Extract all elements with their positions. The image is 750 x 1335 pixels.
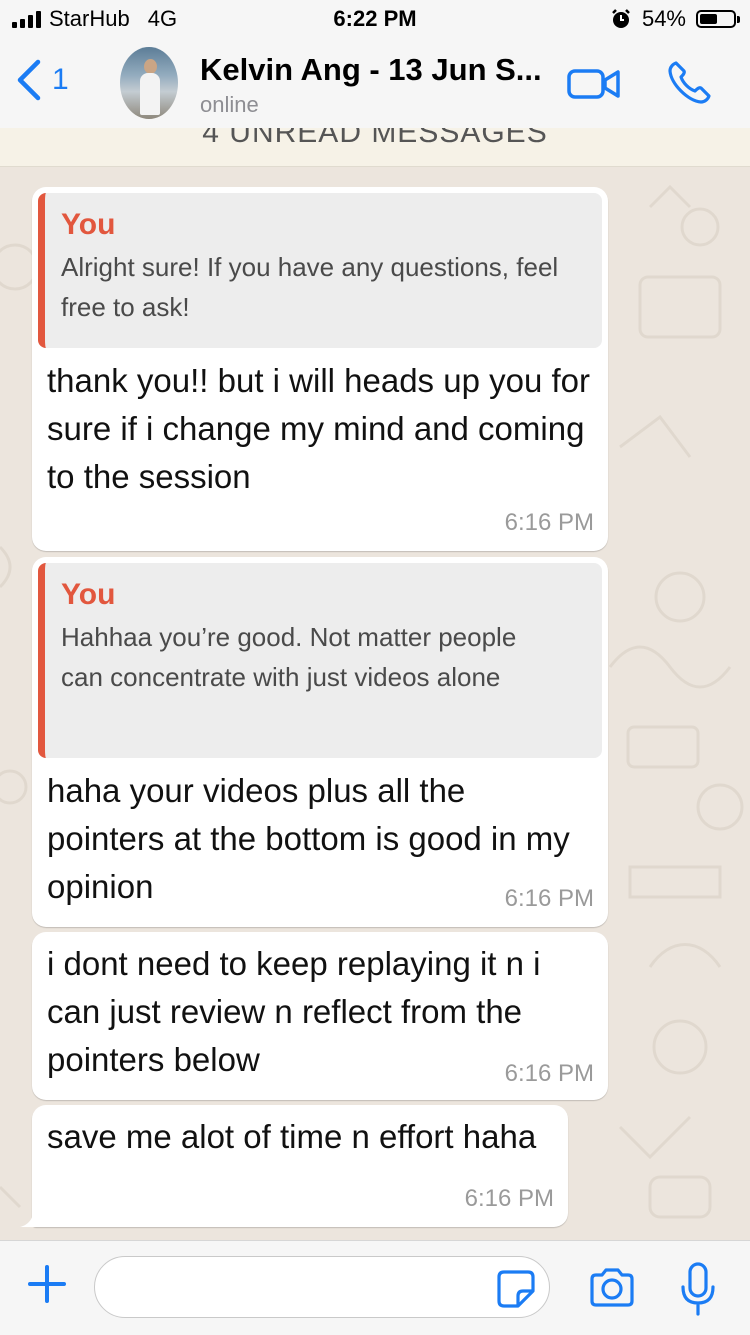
message-bubble[interactable]: You Alright sure! If you have any questi… — [32, 187, 608, 551]
message-bubble[interactable]: save me alot of time n effort haha 6:16 … — [20, 1105, 568, 1227]
back-unread-count: 1 — [52, 63, 69, 96]
plus-icon[interactable] — [26, 1263, 68, 1305]
message-text: save me alot of time n effort haha — [47, 1118, 537, 1155]
quote-author: You — [61, 208, 116, 241]
quote-text: Hahhaa you’re good. Not matter people ca… — [61, 622, 517, 692]
message-input[interactable] — [94, 1256, 550, 1318]
camera-icon[interactable] — [588, 1267, 636, 1309]
chat-area[interactable]: You Alright sure! If you have any questi… — [0, 167, 750, 1240]
video-call-icon[interactable] — [566, 66, 622, 102]
sticker-icon[interactable] — [496, 1269, 536, 1309]
bubble-tail — [20, 1207, 44, 1227]
microphone-icon[interactable] — [680, 1261, 716, 1317]
avatar[interactable] — [120, 47, 178, 119]
unread-messages-banner: 4 UNREAD MESSAGES — [0, 128, 750, 167]
quoted-message[interactable]: You Hahhaa you’re good. Not matter peopl… — [38, 563, 602, 758]
message-time: 6:16 PM — [504, 885, 594, 912]
quote-text: Alright sure! If you have any questions,… — [61, 252, 559, 322]
contact-status: online — [200, 92, 259, 117]
quoted-message[interactable]: You Alright sure! If you have any questi… — [38, 193, 602, 348]
status-bar: StarHub 4G 6:22 PM 54% — [0, 0, 750, 40]
chat-header: 1 Kelvin Ang - 13 Jun S... online — [0, 40, 750, 129]
message-time: 6:16 PM — [504, 509, 594, 536]
message-time: 6:16 PM — [464, 1185, 554, 1212]
message-input-bar — [0, 1240, 750, 1335]
status-right: 54% — [610, 6, 740, 32]
message-text: thank you!! but i will heads up you for … — [47, 362, 590, 495]
battery-icon — [696, 10, 740, 28]
phone-call-icon[interactable] — [666, 58, 714, 106]
back-button[interactable]: 1 — [14, 58, 69, 102]
quote-author: You — [61, 578, 116, 611]
message-time: 6:16 PM — [504, 1060, 594, 1087]
unread-banner-text: 4 UNREAD MESSAGES — [202, 128, 548, 149]
message-bubble[interactable]: You Hahhaa you’re good. Not matter peopl… — [32, 557, 608, 927]
alarm-clock-icon — [612, 9, 630, 28]
contact-name[interactable]: Kelvin Ang - 13 Jun S... — [200, 52, 542, 88]
battery-percent: 54% — [641, 6, 686, 31]
chevron-left-icon — [17, 59, 41, 101]
message-bubble[interactable]: i dont need to keep replaying it n i can… — [32, 932, 608, 1100]
